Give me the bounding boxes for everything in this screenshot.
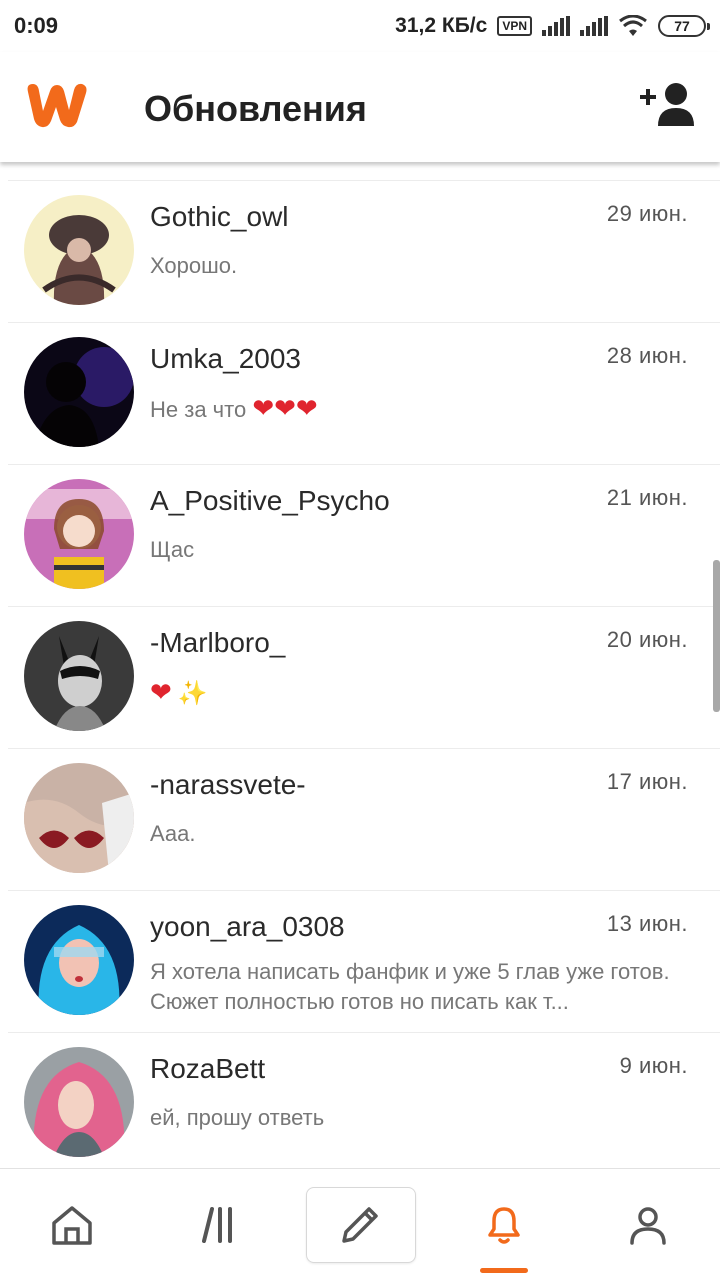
message-preview: ей, прошу ответь xyxy=(150,1105,325,1130)
home-icon xyxy=(52,1206,92,1245)
message-preview: ❤ ✨ xyxy=(150,677,695,709)
nav-home[interactable] xyxy=(0,1169,144,1280)
avatar[interactable] xyxy=(24,763,134,873)
message-date: 28 июн. xyxy=(606,343,688,368)
username: RozaBett xyxy=(150,1053,266,1084)
conversation-row[interactable]: Umka_2003 28 июн. Не за что ❤❤❤ xyxy=(8,322,720,464)
app-header: Обновления xyxy=(0,52,720,162)
conversation-list: Gothic_owl 29 июн. Хорошо. Umka_2003 28 … xyxy=(0,180,720,1174)
username: Gothic_owl xyxy=(150,201,289,232)
nav-notifications[interactable] xyxy=(432,1169,576,1280)
username: yoon_ara_0308 xyxy=(150,911,345,942)
message-preview: Я хотела написать фанфик и уже 5 глав уж… xyxy=(150,959,670,1014)
nav-library[interactable] xyxy=(144,1169,288,1280)
scrollbar[interactable] xyxy=(713,560,720,712)
active-tab-indicator xyxy=(480,1268,528,1273)
username: -narassvete- xyxy=(150,769,306,800)
avatar[interactable] xyxy=(24,479,134,589)
vpn-icon: VPN xyxy=(497,16,532,36)
library-icon xyxy=(202,1207,232,1243)
profile-icon xyxy=(630,1207,666,1245)
status-bar: 0:09 31,2 КБ/с VPN 77 xyxy=(0,0,720,52)
avatar[interactable] xyxy=(24,905,134,1015)
bell-icon xyxy=(488,1207,520,1244)
username: -Marlboro_ xyxy=(150,627,286,658)
message-preview: Щас xyxy=(150,537,195,562)
network-speed: 31,2 КБ/с xyxy=(395,14,488,37)
username: A_Positive_Psycho xyxy=(150,485,390,516)
page-title: Обновления xyxy=(144,88,367,129)
signal-icon xyxy=(542,16,570,36)
message-date: 29 июн. xyxy=(606,201,688,226)
message-preview: Ааа. xyxy=(150,821,196,846)
signal-icon-2 xyxy=(580,16,608,36)
avatar[interactable] xyxy=(24,337,134,447)
message-preview: Не за что ❤❤❤ xyxy=(150,393,318,423)
status-indicators: 31,2 КБ/с VPN 77 xyxy=(395,14,710,38)
avatar[interactable] xyxy=(24,195,134,305)
status-time: 0:09 xyxy=(14,13,59,38)
username: Umka_2003 xyxy=(150,343,301,374)
conversation-row[interactable]: Gothic_owl 29 июн. Хорошо. xyxy=(8,180,720,322)
conversation-row[interactable]: -narassvete- 17 июн. Ааа. xyxy=(8,748,720,890)
bottom-navigation xyxy=(0,1168,720,1280)
battery-icon: 77 xyxy=(658,15,710,37)
avatar[interactable] xyxy=(24,621,134,731)
message-date: 9 июн. xyxy=(619,1053,688,1078)
pencil-icon xyxy=(342,1207,378,1243)
message-preview: Хорошо. xyxy=(150,253,238,278)
message-date: 21 июн. xyxy=(606,485,688,510)
conversation-row[interactable]: yoon_ara_0308 13 июн. Я хотела написать … xyxy=(8,890,720,1032)
message-date: 17 июн. xyxy=(606,769,688,794)
heart-emoji: ❤ xyxy=(150,677,172,707)
sparkles-emoji: ✨ xyxy=(177,680,208,707)
avatar[interactable] xyxy=(24,1047,134,1157)
heart-emoji: ❤❤❤ xyxy=(252,393,318,423)
wattpad-logo-icon[interactable] xyxy=(22,80,90,130)
conversation-row[interactable]: A_Positive_Psycho 21 июн. Щас xyxy=(8,464,720,606)
message-date: 13 июн. xyxy=(606,911,688,936)
conversation-row[interactable]: -Marlboro_ 20 июн. ❤ ✨ xyxy=(8,606,720,748)
wifi-icon xyxy=(619,15,647,36)
nav-write[interactable] xyxy=(288,1169,432,1280)
message-date: 20 июн. xyxy=(606,627,688,652)
conversation-row[interactable]: RozaBett 9 июн. ей, прошу ответь xyxy=(8,1032,720,1174)
add-friend-icon[interactable] xyxy=(640,82,696,128)
nav-profile[interactable] xyxy=(576,1169,720,1280)
